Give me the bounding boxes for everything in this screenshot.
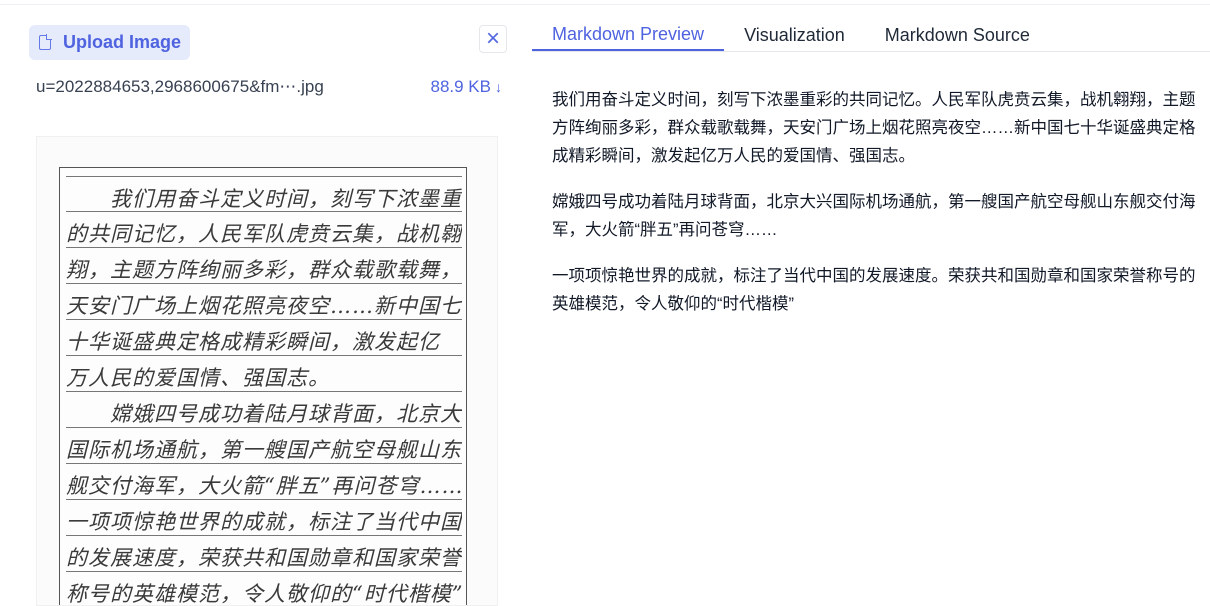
file-download-link[interactable]: 88.9 KB ↓	[431, 77, 503, 97]
handwritten-line: 翔，主题方阵绚丽多彩，群众载歌载舞，	[66, 248, 462, 284]
tab-visualization[interactable]: Visualization	[724, 19, 865, 51]
download-icon: ↓	[495, 79, 502, 95]
handwritten-line: 称号的英雄模范，令人敬仰的“时代楷模”	[66, 572, 462, 605]
handwritten-line: 舰交付海军，大火箭“胖五”再问苍穹……	[66, 464, 462, 500]
handwritten-page: 我们用奋斗定义时间，刻写下浓墨重彩 的共同记忆，人民军队虎贲云集，战机翱 翔，主题方…	[59, 167, 467, 605]
preview-paragraph: 嫦娥四号成功着陆月球背面，北京大兴国际机场通航，第一艘国产航空母舰山东舰交付海军…	[552, 193, 1196, 239]
tab-markdown-source[interactable]: Markdown Source	[865, 19, 1050, 51]
preview-paragraph: 一项项惊艳世界的成就，标注了当代中国的发展速度。荣获共和国勋章和国家荣誉称号的英…	[552, 267, 1196, 313]
tab-markdown-preview[interactable]: Markdown Preview	[532, 19, 725, 51]
handwritten-line: 嫦娥四号成功着陆月球背面，北京大兴	[66, 392, 462, 428]
tab-bar: Markdown Preview Visualization Markdown So…	[532, 19, 1210, 51]
uploaded-image: 我们用奋斗定义时间，刻写下浓墨重彩 的共同记忆，人民军队虎贲云集，战机翱 翔，主题方…	[36, 136, 498, 606]
close-icon: ×	[485, 25, 500, 52]
output-panel: Markdown Preview Visualization Markdown So…	[532, 14, 1210, 606]
handwritten-line: 十华诞盛典定格成精彩瞬间，激发起亿	[66, 320, 462, 356]
handwritten-line: 一项项惊艳世界的成就，标注了当代中国	[66, 500, 462, 536]
preview-paragraph: 我们用奋斗定义时间，刻写下浓墨重彩的共同记忆。人民军队虎贲云集，战机翱翔，主题方…	[552, 91, 1196, 165]
upload-image-button[interactable]: Upload Image	[29, 25, 190, 60]
tab-divider	[532, 51, 1210, 52]
handwritten-line: 万人民的爱国情、强国志。	[66, 356, 462, 392]
file-name: u=2022884653,2968600675&fm⋯.jpg	[36, 77, 324, 96]
handwritten-line: 我们用奋斗定义时间，刻写下浓墨重彩	[66, 176, 462, 212]
file-info-row: u=2022884653,2968600675&fm⋯.jpg 88.9 KB ↓	[22, 72, 516, 102]
file-size: 88.9 KB	[430, 77, 492, 96]
file-icon	[39, 34, 52, 50]
upload-image-label: Upload Image	[63, 32, 182, 52]
handwritten-line: 国际机场通航，第一艘国产航空母舰山东	[66, 428, 462, 464]
handwritten-line: 的发展速度，荣获共和国勋章和国家荣誉	[66, 536, 462, 572]
handwritten-line: 天安门广场上烟花照亮夜空……新中国七	[66, 284, 462, 320]
image-panel: Upload Image × u=2022884653,2968600675&f…	[22, 14, 516, 606]
top-divider	[0, 4, 1210, 5]
handwritten-line: 的共同记忆，人民军队虎贲云集，战机翱	[66, 212, 462, 248]
close-button[interactable]: ×	[479, 25, 507, 53]
markdown-preview: 我们用奋斗定义时间，刻写下浓墨重彩的共同记忆。人民军队虎贲云集，战机翱翔，主题方…	[552, 86, 1206, 336]
upload-toolbar: Upload Image ×	[22, 14, 516, 72]
